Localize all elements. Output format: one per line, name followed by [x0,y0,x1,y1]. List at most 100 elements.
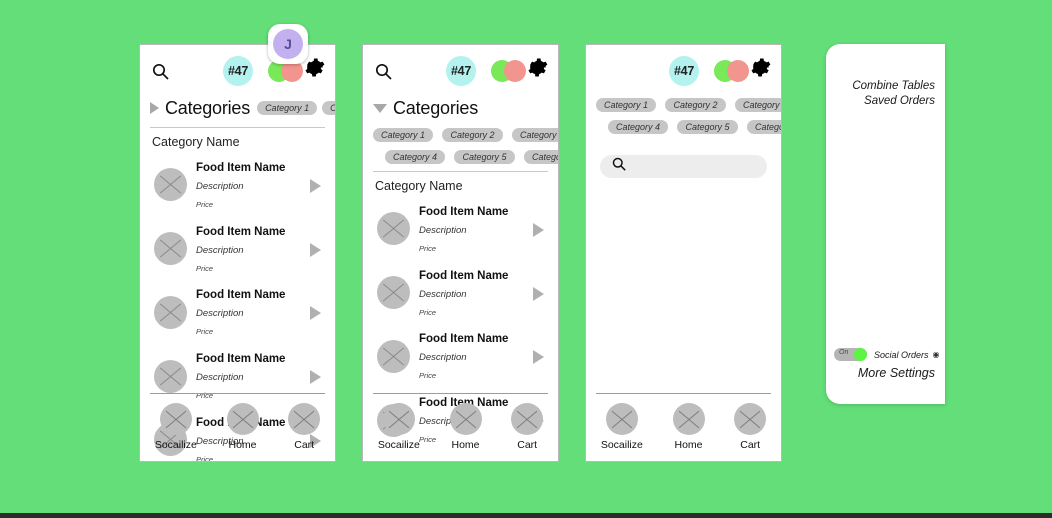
category-chip[interactable]: Category 1 [596,98,657,112]
nav-item-cart[interactable]: Cart [288,403,321,451]
category-chip[interactable]: Category 1 [373,128,434,142]
chevron-right-icon[interactable] [533,350,544,365]
category-chip[interactable]: Category 2 [665,98,726,112]
category-chip[interactable]: Category 4 [385,150,446,164]
category-chip[interactable]: Category 6 [523,150,558,164]
drawer-menu: Combine Tables Saved Orders [826,44,945,107]
category-section-title: Category Name [152,135,240,149]
list-item[interactable]: Food Item Name Description Price [140,217,335,281]
categories-bar-collapsed[interactable]: Categories Category 1 Category 2 Categor… [140,95,335,121]
info-icon[interactable]: ◉ [933,350,940,359]
chevron-down-icon[interactable] [373,103,387,113]
chevron-right-icon[interactable] [533,286,544,301]
drawer-item-combine-tables[interactable]: Combine Tables [826,80,945,92]
gear-icon[interactable] [527,57,548,83]
nav-label: Socailize [377,439,420,451]
nav-label: Cart [517,439,538,451]
nav-item-home[interactable]: Home [226,403,259,451]
nav-label: Cart [740,439,761,451]
image-placeholder-icon [154,168,187,202]
order-count-badge[interactable]: #47 [669,56,699,86]
image-placeholder-icon [154,359,187,393]
list-item[interactable]: Food Item Name Description Price [140,153,335,217]
item-title: Food Item Name [196,289,286,302]
order-count-badge[interactable]: #47 [223,56,253,86]
nav-label: Socailize [600,439,643,451]
nav-item-socialize[interactable]: Socailize [155,403,197,451]
chevron-right-icon[interactable] [150,102,159,114]
home-icon [226,403,259,435]
nav-item-cart[interactable]: Cart [511,403,544,451]
phone-screen-categories-expanded: #47 Categories Category 1 Category 2 Cat… [362,44,559,462]
nav-item-cart[interactable]: Cart [734,403,767,451]
social-orders-label: Social Orders [874,349,929,360]
list-item[interactable]: Food Item Name Description Price [363,324,558,388]
item-title: Food Item Name [419,333,509,346]
search-input[interactable] [600,155,767,178]
nav-item-socialize[interactable]: Socailize [601,403,643,451]
gear-icon[interactable] [304,57,325,83]
category-section-title: Category Name [375,179,463,193]
item-price: Price [419,307,437,317]
nav-item-home[interactable]: Home [672,403,705,451]
category-chip[interactable]: Category 1 [257,101,318,115]
socialize-icon [382,403,415,435]
chevron-right-icon[interactable] [310,306,321,321]
chip-row: Category 1 Category 2 Category 3 [373,125,558,143]
category-chip[interactable]: Category 3 [734,98,781,112]
image-placeholder-icon [377,276,410,310]
nav-item-socialize[interactable]: Socailize [378,403,420,451]
category-chip-list: Category 1 Category 2 Category 3 Categor… [363,121,558,165]
chevron-right-icon[interactable] [310,242,321,257]
nav-item-home[interactable]: Home [449,403,482,451]
drawer-footer: On Social Orders ◉ More Settings [826,348,945,380]
social-orders-row[interactable]: On Social Orders ◉ [826,348,945,361]
chevron-right-icon[interactable] [310,178,321,193]
drawer-item-saved-orders[interactable]: Saved Orders [826,95,945,107]
phone-screen-categories-collapsed: #47 Categories Category 1 Category 2 Cat… [139,44,336,462]
item-price: Price [196,263,214,273]
image-placeholder-icon [154,232,187,266]
search-icon[interactable] [375,63,392,85]
item-description: Description [419,224,467,236]
bottom-nav: Socailize Home Cart [586,393,781,461]
gear-icon[interactable] [750,57,771,83]
category-chip[interactable]: Category 3 [511,128,558,142]
nav-label: Home [228,439,257,451]
socialize-icon [605,403,638,435]
categories-title: Categories [393,97,479,118]
avatar: J [273,29,303,59]
list-item[interactable]: Food Item Name Description Price [363,197,558,261]
item-description: Description [419,352,467,364]
toggle-state-label: On [839,349,849,356]
category-chip[interactable]: Category 6 [746,120,781,134]
category-chip[interactable]: Category 4 [608,120,669,134]
user-avatar-pin[interactable]: J [268,24,308,64]
order-count-badge[interactable]: #47 [446,56,476,86]
category-chip[interactable]: Category 2 [322,101,335,115]
list-item[interactable]: Food Item Name Description Price [363,261,558,325]
app-header: #47 [586,45,781,95]
list-item[interactable]: Food Item Name Description Price [140,280,335,344]
search-icon[interactable] [152,63,169,85]
item-description: Description [196,372,244,384]
category-chip[interactable]: Category 5 [677,120,738,134]
nav-label: Socailize [154,439,197,451]
category-chip[interactable]: Category 5 [454,150,515,164]
toggle-knob [854,348,867,361]
social-orders-toggle[interactable]: On [834,348,867,361]
image-placeholder-icon [154,295,187,329]
status-dot-red [727,60,749,82]
cart-icon [734,403,767,435]
item-price: Price [419,371,437,381]
categories-header-expanded[interactable]: Categories [363,95,558,121]
chevron-right-icon[interactable] [533,222,544,237]
phone-screen-search-active: #47 Category 1 Category 2 Category 3 Cat… [585,44,782,462]
chevron-right-icon[interactable] [310,370,321,385]
search-icon [612,157,626,176]
category-chip[interactable]: Category 2 [442,128,503,142]
socialize-icon [159,403,192,435]
drawer-item-more-settings[interactable]: More Settings [826,366,945,380]
home-icon [449,403,482,435]
home-icon [672,403,705,435]
